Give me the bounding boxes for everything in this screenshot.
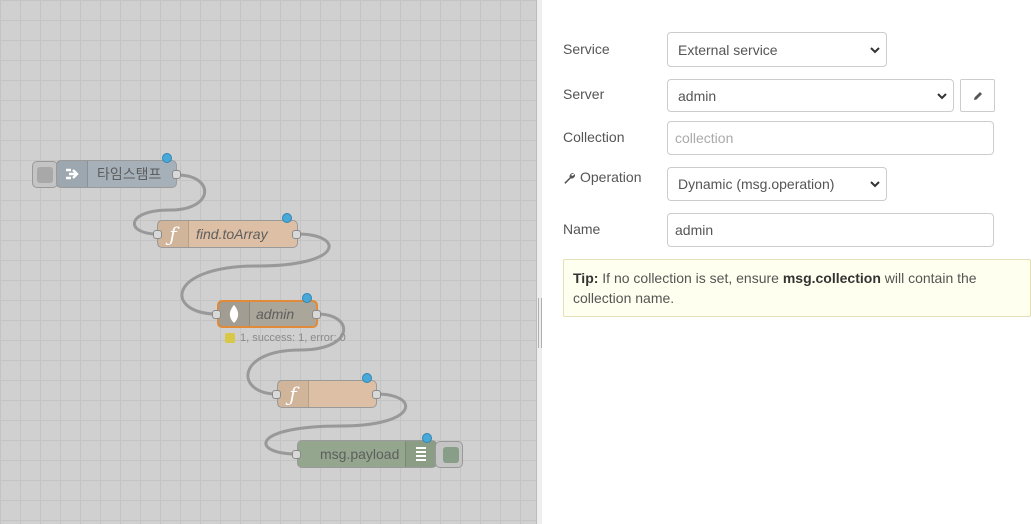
arrow-right-icon bbox=[57, 161, 88, 187]
node-label: 타임스탬프 bbox=[97, 166, 162, 182]
node-label: find.toArray bbox=[196, 226, 268, 242]
node-function-2[interactable]: ƒ bbox=[277, 380, 377, 408]
changed-indicator bbox=[282, 213, 292, 223]
wrench-icon bbox=[564, 172, 576, 184]
list-icon bbox=[405, 441, 436, 467]
operation-select[interactable]: Dynamic (msg.operation) bbox=[667, 167, 887, 201]
changed-indicator bbox=[362, 373, 372, 383]
node-label: admin bbox=[256, 306, 295, 322]
tip-text: If no collection is set, ensure bbox=[598, 270, 783, 286]
node-find-toarray[interactable]: ƒ find.toArray bbox=[157, 220, 298, 248]
chevron-down-icon bbox=[937, 92, 947, 99]
name-label: Name bbox=[563, 221, 601, 237]
leaf-icon bbox=[219, 302, 250, 326]
pencil-icon bbox=[973, 91, 982, 100]
debug-toggle-button[interactable] bbox=[435, 441, 463, 468]
node-status-text: 1, success: 1, error: 0 bbox=[240, 332, 346, 344]
input-port[interactable] bbox=[292, 450, 301, 459]
collection-input[interactable]: collection bbox=[667, 121, 994, 155]
service-select[interactable]: External service bbox=[667, 32, 887, 67]
output-port[interactable] bbox=[292, 230, 301, 239]
status-square-icon bbox=[225, 333, 235, 343]
flow-workspace[interactable]: 타임스탬프 ƒ find.toArray admin 1, success: 1… bbox=[0, 0, 536, 524]
output-port[interactable] bbox=[172, 170, 181, 179]
node-status: 1, success: 1, error: 0 bbox=[225, 332, 346, 344]
server-label: Server bbox=[563, 86, 605, 102]
output-port[interactable] bbox=[372, 390, 381, 399]
input-port[interactable] bbox=[212, 310, 221, 319]
input-port[interactable] bbox=[272, 390, 281, 399]
service-label: Service bbox=[563, 41, 610, 57]
tip-prefix: Tip: bbox=[573, 270, 599, 286]
collection-label: Collection bbox=[563, 129, 625, 145]
node-editor-panel: Service External service Server admin Co… bbox=[542, 0, 1031, 524]
edit-server-button[interactable] bbox=[960, 79, 995, 112]
node-timestamp[interactable]: 타임스탬프 bbox=[56, 160, 177, 188]
tip-code: msg.collection bbox=[782, 270, 881, 286]
function-icon: ƒ bbox=[278, 381, 309, 407]
chevron-down-icon bbox=[870, 181, 880, 188]
inject-trigger-button[interactable] bbox=[32, 161, 58, 188]
output-port[interactable] bbox=[312, 310, 321, 319]
input-port[interactable] bbox=[153, 230, 162, 239]
node-label: msg.payload bbox=[320, 446, 400, 462]
changed-indicator bbox=[422, 433, 432, 443]
name-input[interactable]: admin bbox=[667, 213, 994, 247]
operation-label: Operation bbox=[563, 169, 641, 185]
changed-indicator bbox=[162, 153, 172, 163]
server-select[interactable]: admin bbox=[667, 79, 954, 112]
function-icon: ƒ bbox=[158, 221, 189, 247]
node-admin-mongodb[interactable]: admin bbox=[217, 300, 318, 328]
tip-box: Tip: If no collection is set, ensure msg… bbox=[563, 259, 1031, 317]
chevron-down-icon bbox=[870, 46, 880, 53]
node-debug[interactable]: msg.payload bbox=[297, 440, 437, 468]
changed-indicator bbox=[302, 293, 312, 303]
